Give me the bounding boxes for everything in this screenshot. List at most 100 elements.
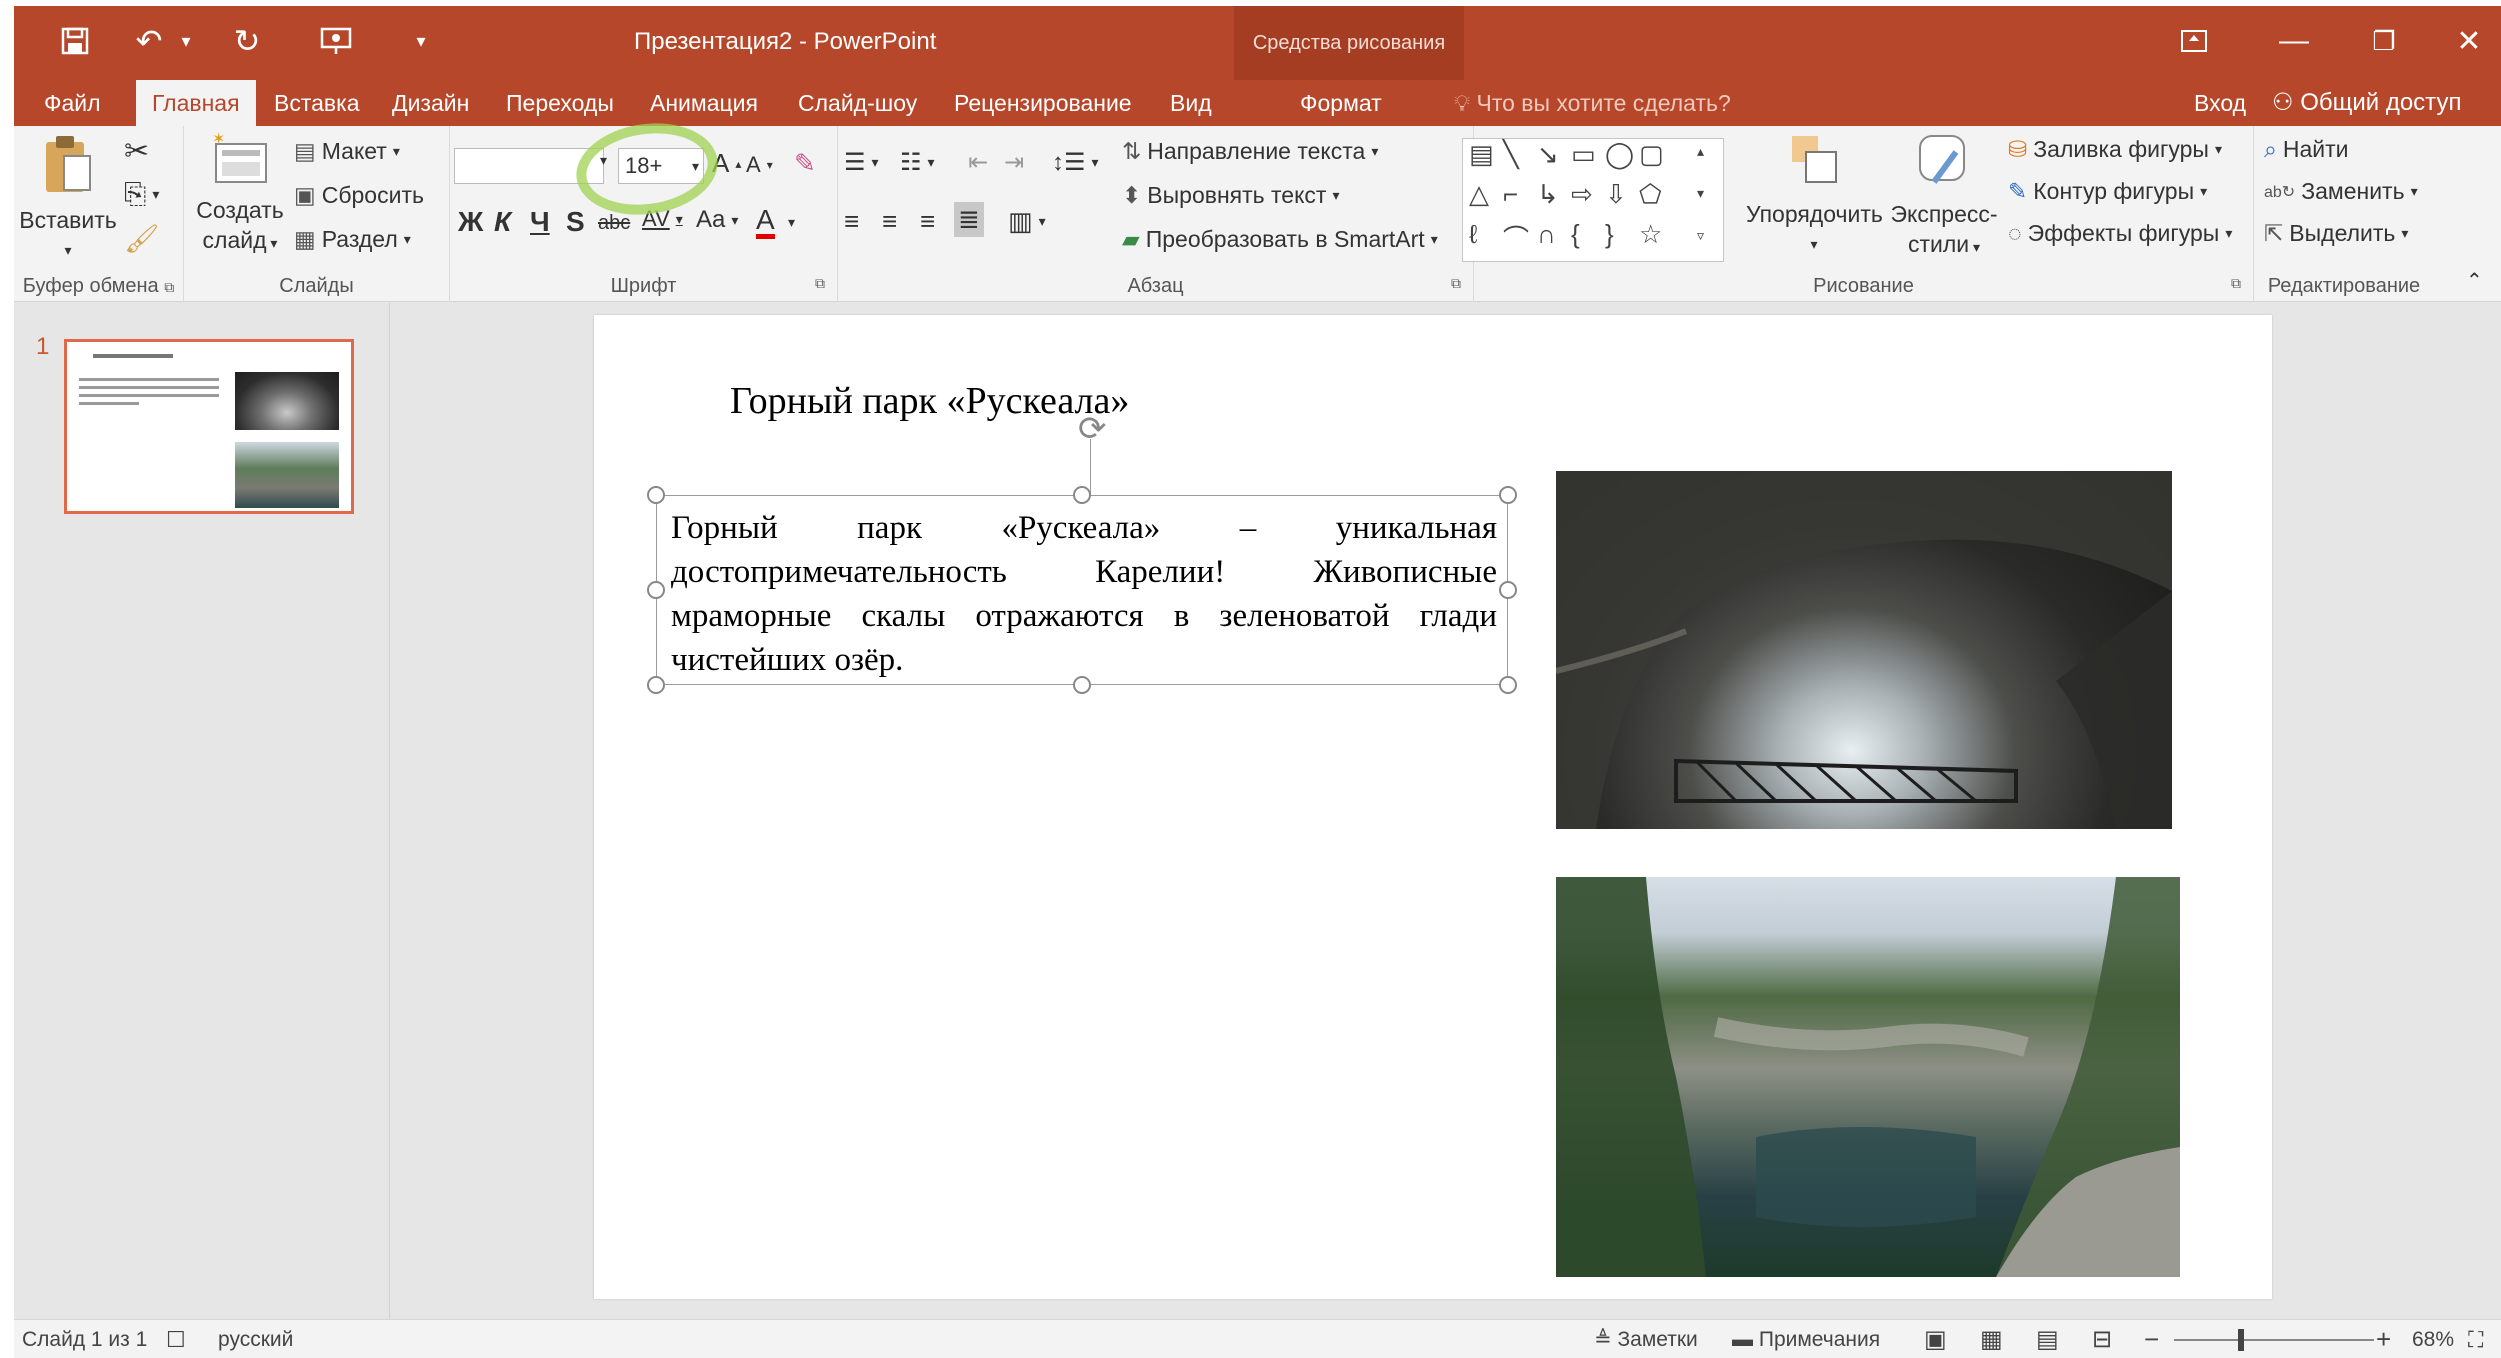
resize-handle[interactable]: [1073, 486, 1091, 504]
spell-check-icon[interactable]: ☐: [166, 1320, 186, 1358]
format-painter-icon[interactable]: 🖌︎: [124, 222, 160, 255]
triangle-shape-icon[interactable]: △: [1469, 179, 1489, 210]
bullets-icon[interactable]: ☰ ▾: [844, 148, 879, 177]
line-spacing-icon[interactable]: ↕☰ ▾: [1052, 148, 1099, 177]
zoom-slider-track[interactable]: [2174, 1339, 2374, 1341]
tab-home[interactable]: Главная: [136, 80, 256, 126]
body-text-box[interactable]: Горный парк «Рускеала» – уникальная дост…: [656, 495, 1508, 685]
freeform-shape-icon[interactable]: ℓ: [1469, 219, 1477, 250]
zoom-in-icon[interactable]: +: [2376, 1320, 2391, 1358]
ribbon-display-options-icon[interactable]: [2164, 16, 2224, 66]
convert-smartart-button[interactable]: ▰ Преобразовать в SmartArt ▾: [1122, 226, 1438, 253]
font-color-button[interactable]: A: [756, 206, 775, 239]
replace-button[interactable]: ab↻ Заменить ▾: [2264, 178, 2418, 205]
quick-styles-button[interactable]: Экспресс- стили ▾: [1884, 132, 2004, 262]
shapes-gallery[interactable]: ▤ ╲ ↘ ▭ ◯ ▢ △ ⌐ ↳ ⇨ ⇩ ⬠ ℓ ⌒ ∩ { } ☆ ▴ ▾: [1462, 138, 1724, 262]
align-left-icon[interactable]: ≡: [844, 206, 859, 237]
tab-view[interactable]: Вид: [1154, 80, 1228, 126]
zoom-level[interactable]: 68%: [2412, 1320, 2454, 1358]
line-shape-icon[interactable]: ╲: [1503, 139, 1519, 170]
underline-button[interactable]: Ч: [530, 206, 550, 238]
align-right-icon[interactable]: ≡: [920, 206, 935, 237]
start-slideshow-icon[interactable]: [306, 16, 366, 66]
shrink-font-icon[interactable]: A ▾: [746, 152, 773, 178]
resize-handle[interactable]: [1499, 581, 1517, 599]
sign-in-link[interactable]: Вход: [2194, 80, 2246, 126]
find-button[interactable]: ⌕ Найти: [2264, 136, 2349, 163]
restore-icon[interactable]: ❐: [2354, 16, 2414, 66]
cave-photo[interactable]: [1556, 471, 2172, 829]
arc-shape-icon[interactable]: ⌒: [1503, 219, 1529, 256]
layout-button[interactable]: ▤ Макет ▾: [294, 138, 400, 165]
copy-icon[interactable]: ⎘ ▾: [124, 178, 159, 211]
resize-handle[interactable]: [647, 581, 665, 599]
pentagon-shape-icon[interactable]: ⬠: [1639, 179, 1662, 210]
tell-me-search[interactable]: 💡︎ Что вы хотите сделать?: [1454, 80, 1731, 126]
left-brace-icon[interactable]: {: [1571, 219, 1580, 250]
body-text[interactable]: Горный парк «Рускеала» – уникальная дост…: [671, 506, 1497, 682]
numbering-icon[interactable]: ☷ ▾: [900, 148, 935, 177]
gallery-more-icon[interactable]: ▿: [1697, 227, 1704, 244]
zoom-slider-thumb[interactable]: [2238, 1329, 2244, 1351]
normal-view-icon[interactable]: ▣: [1924, 1320, 1947, 1358]
notes-button[interactable]: ≜ Заметки: [1594, 1320, 1698, 1358]
resize-handle[interactable]: [1499, 486, 1517, 504]
curve-shape-icon[interactable]: ∩: [1537, 219, 1556, 250]
new-slide-button[interactable]: ✶ Создать слайд ▾: [190, 131, 290, 258]
font-dialog-launcher-icon[interactable]: ⧉: [815, 275, 825, 292]
tab-format[interactable]: Формат: [1284, 80, 1398, 126]
resize-handle[interactable]: [1499, 676, 1517, 694]
align-text-button[interactable]: ⬍ Выровнять текст ▾: [1122, 182, 1339, 209]
down-arrow-shape-icon[interactable]: ⇩: [1605, 179, 1627, 210]
italic-button[interactable]: К: [494, 206, 511, 238]
strikethrough-button[interactable]: abc: [598, 212, 630, 235]
elbow-arrow-icon[interactable]: ↳: [1537, 179, 1559, 210]
resize-handle[interactable]: [647, 486, 665, 504]
paste-button[interactable]: Вставить ▾: [18, 132, 118, 265]
clear-formatting-icon[interactable]: ✎: [794, 148, 816, 179]
right-arrow-shape-icon[interactable]: ⇨: [1571, 179, 1593, 210]
shape-effects-button[interactable]: ◌ Эффекты фигуры ▾: [2008, 220, 2232, 247]
text-direction-button[interactable]: ⇅ Направление текста ▾: [1122, 138, 1378, 165]
slide-sorter-icon[interactable]: ▦: [1980, 1320, 2003, 1358]
undo-icon[interactable]: ↶: [124, 16, 174, 66]
elbow-connector-icon[interactable]: ⌐: [1503, 179, 1518, 210]
rounded-rect-shape-icon[interactable]: ▢: [1639, 139, 1664, 170]
comments-button[interactable]: ▬ Примечания: [1732, 1320, 1880, 1358]
font-color-dropdown-icon[interactable]: ▾: [788, 214, 795, 231]
align-center-icon[interactable]: ≡: [882, 206, 897, 237]
paste-dropdown-icon[interactable]: ▾: [18, 235, 118, 265]
columns-icon[interactable]: ▥ ▾: [1008, 206, 1046, 237]
reading-view-icon[interactable]: ▤: [2036, 1320, 2059, 1358]
share-button[interactable]: ⚇ Общий доступ: [2272, 80, 2461, 126]
select-button[interactable]: ⇱ Выделить ▾: [2264, 220, 2408, 247]
slide-thumbnail[interactable]: [64, 339, 354, 514]
justify-icon[interactable]: ≣: [954, 202, 984, 237]
slide-title[interactable]: Горный парк «Рускеала»: [730, 379, 1129, 423]
save-icon[interactable]: [50, 16, 100, 66]
section-button[interactable]: ▦ Раздел ▾: [294, 226, 411, 253]
tab-animations[interactable]: Анимация: [634, 80, 774, 126]
gallery-scroll-down-icon[interactable]: ▾: [1697, 185, 1704, 202]
arrow-line-shape-icon[interactable]: ↘: [1537, 139, 1559, 170]
slideshow-view-icon[interactable]: ⊟: [2092, 1320, 2112, 1358]
reset-button[interactable]: ▣ Сбросить: [294, 182, 424, 209]
star-shape-icon[interactable]: ☆: [1639, 219, 1662, 250]
right-brace-icon[interactable]: }: [1605, 219, 1614, 250]
language-indicator[interactable]: русский: [218, 1320, 293, 1358]
tab-review[interactable]: Рецензирование: [938, 80, 1148, 126]
shape-fill-button[interactable]: ⛁ Заливка фигуры ▾: [2008, 136, 2222, 163]
collapse-ribbon-icon[interactable]: ⌃: [2466, 268, 2483, 293]
cut-icon[interactable]: ✂: [124, 134, 149, 169]
tab-file[interactable]: Файл: [28, 80, 117, 126]
tab-slideshow[interactable]: Слайд-шоу: [782, 80, 933, 126]
bold-button[interactable]: Ж: [458, 206, 483, 238]
decrease-indent-icon[interactable]: ⇤: [968, 148, 988, 177]
increase-indent-icon[interactable]: ⇥: [1004, 148, 1024, 177]
shape-outline-button[interactable]: ✎ Контур фигуры ▾: [2008, 178, 2207, 205]
gallery-scroll-up-icon[interactable]: ▴: [1697, 143, 1704, 160]
resize-handle[interactable]: [647, 676, 665, 694]
tab-insert[interactable]: Вставка: [258, 80, 376, 126]
textbox-shape-icon[interactable]: ▤: [1469, 139, 1494, 170]
resize-handle[interactable]: [1073, 676, 1091, 694]
